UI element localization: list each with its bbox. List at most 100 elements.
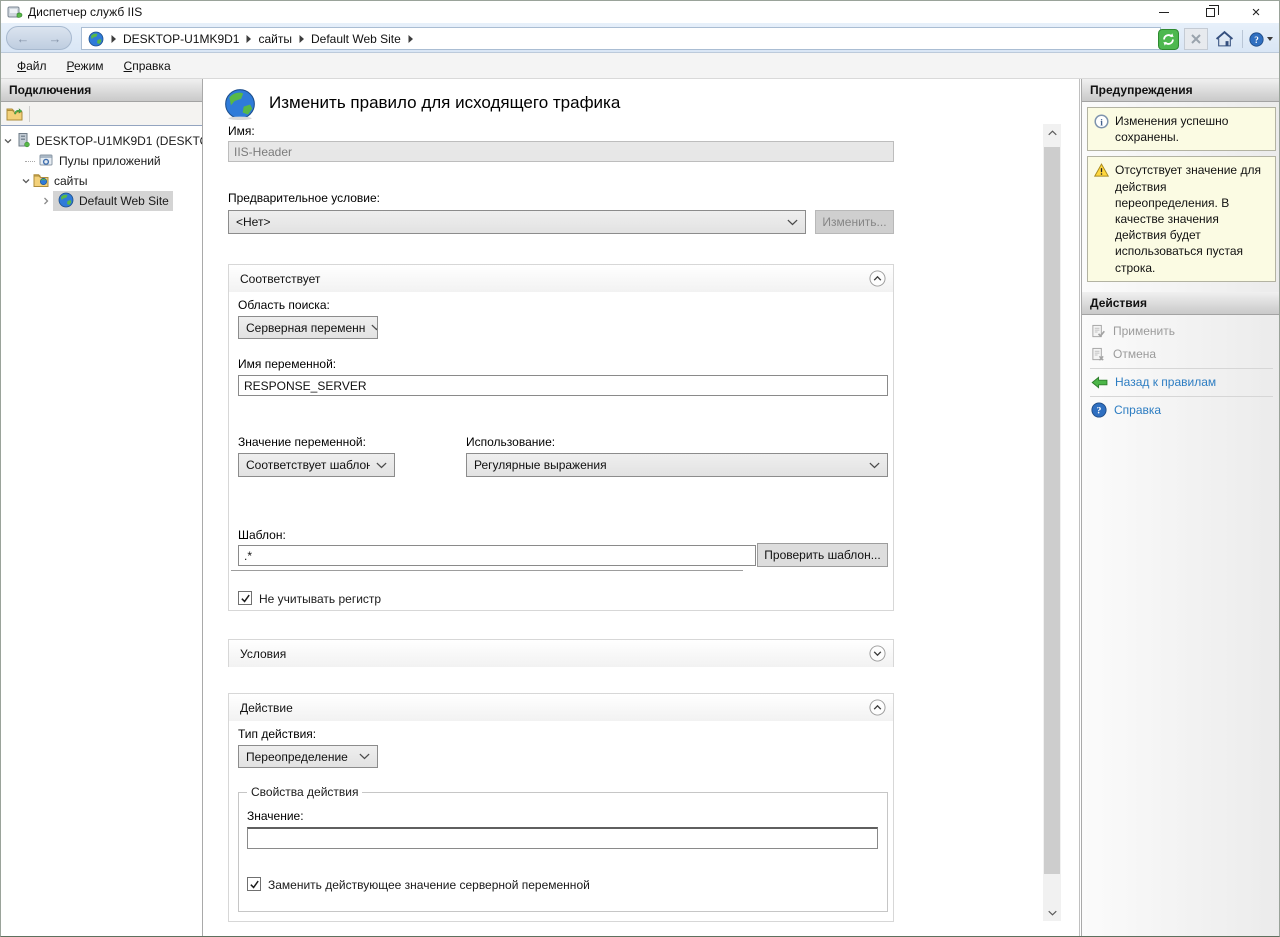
scroll-down-button[interactable] xyxy=(1043,904,1061,921)
action-type-select[interactable]: Переопределение xyxy=(238,745,378,768)
action-section: Действие Тип действия: Переопределение С… xyxy=(228,693,894,922)
tree-item-sites[interactable]: сайты xyxy=(1,171,202,191)
globe-icon xyxy=(88,31,104,47)
pattern-label: Шаблон: xyxy=(238,528,286,542)
value-match-value: Соответствует шаблону xyxy=(246,458,370,472)
help-button[interactable]: ? xyxy=(1249,28,1273,50)
main-content: Изменить правило для исходящего трафика … xyxy=(203,79,1080,936)
usage-label: Использование: xyxy=(466,435,555,449)
back-button[interactable]: ← xyxy=(17,31,30,46)
ignore-case-checkbox[interactable] xyxy=(238,591,252,605)
stop-button[interactable] xyxy=(1184,28,1208,50)
actions-separator xyxy=(1090,396,1273,397)
chevron-expanded-icon[interactable] xyxy=(21,176,31,186)
expand-conditions-button[interactable] xyxy=(869,645,886,662)
chevron-down-icon xyxy=(1048,910,1057,916)
breadcrumb-sites[interactable]: сайты xyxy=(258,32,292,46)
close-icon: × xyxy=(1252,4,1261,21)
chevron-expanded-icon[interactable] xyxy=(3,136,13,146)
chevron-collapsed-icon[interactable] xyxy=(41,196,51,206)
cancel-action[interactable]: Отмена xyxy=(1082,343,1280,366)
scope-select[interactable]: Серверная переменн xyxy=(238,316,378,339)
tree-connector xyxy=(25,161,35,162)
name-field[interactable] xyxy=(228,141,894,162)
connect-folder-icon[interactable] xyxy=(6,106,23,121)
minimize-icon xyxy=(1159,12,1169,13)
title-bar: Диспетчер служб IIS × xyxy=(1,1,1279,23)
restore-button[interactable] xyxy=(1187,1,1233,23)
action-properties-title: Свойства действия xyxy=(247,785,362,799)
action-type-value: Переопределение xyxy=(246,750,348,764)
back-to-rules-action[interactable]: Назад к правилам xyxy=(1082,371,1280,394)
toolbar-separator xyxy=(1242,30,1243,48)
breadcrumb[interactable]: DESKTOP-U1MK9D1 сайты Default Web Site xyxy=(81,27,1161,50)
minimize-button[interactable] xyxy=(1141,1,1187,23)
sites-folder-icon xyxy=(33,172,49,187)
chevron-up-circle-icon xyxy=(869,270,886,287)
variable-name-label: Имя переменной: xyxy=(238,357,336,371)
tree-item-label: Default Web Site xyxy=(79,194,169,208)
tree-item-server[interactable]: DESKTOP-U1MK9D1 (DESKTOP xyxy=(1,131,202,151)
edit-precondition-button[interactable]: Изменить... xyxy=(815,210,894,234)
tree-item-app-pools[interactable]: Пулы приложений xyxy=(1,151,202,171)
breadcrumb-arrow-icon xyxy=(408,35,413,43)
menu-file[interactable]: Файл xyxy=(7,55,57,77)
site-globe-icon xyxy=(58,192,74,208)
window-title: Диспетчер служб IIS xyxy=(28,5,142,19)
toolbar-separator xyxy=(29,106,30,122)
value-field[interactable] xyxy=(247,827,878,849)
help-label: Справка xyxy=(1114,403,1161,417)
conditions-section: Условия xyxy=(228,639,894,667)
chevron-down-circle-icon xyxy=(869,645,886,662)
action-type-label: Тип действия: xyxy=(238,727,316,741)
info-icon: i xyxy=(1094,114,1109,129)
value-label: Значение: xyxy=(247,809,304,823)
vertical-scrollbar[interactable] xyxy=(1043,124,1061,921)
home-button[interactable] xyxy=(1212,28,1236,50)
page-title: Изменить правило для исходящего трафика xyxy=(269,93,620,113)
right-panel: Предупреждения i Изменения успешно сохра… xyxy=(1081,79,1280,936)
selected-tree-item[interactable]: Default Web Site xyxy=(53,191,173,211)
apply-label: Применить xyxy=(1113,324,1175,338)
breadcrumb-site[interactable]: Default Web Site xyxy=(311,32,401,46)
collapse-action-button[interactable] xyxy=(869,699,886,716)
precondition-select[interactable]: <Нет> xyxy=(228,210,806,234)
svg-text:?: ? xyxy=(1254,34,1259,44)
test-pattern-button[interactable]: Проверить шаблон... xyxy=(757,543,888,567)
chevron-down-icon xyxy=(359,753,370,760)
refresh-button[interactable] xyxy=(1156,28,1180,50)
tree-item-default-web-site[interactable]: Default Web Site xyxy=(1,191,202,211)
menu-help[interactable]: Справка xyxy=(114,55,181,77)
breadcrumb-server[interactable]: DESKTOP-U1MK9D1 xyxy=(123,32,239,46)
iis-app-icon xyxy=(7,4,23,20)
usage-select[interactable]: Регулярные выражения xyxy=(466,453,888,477)
apply-action[interactable]: Применить xyxy=(1082,320,1280,343)
scope-value: Серверная переменн xyxy=(246,321,365,335)
close-button[interactable]: × xyxy=(1233,1,1279,23)
variable-name-field[interactable] xyxy=(238,375,888,396)
connections-panel: Подключения DESKTOP-U1MK9D1 (DESKTOP Пул… xyxy=(1,79,203,936)
pattern-field[interactable] xyxy=(238,545,756,566)
nav-buttons: ← → xyxy=(6,26,72,50)
forward-button[interactable]: → xyxy=(49,31,62,46)
server-icon xyxy=(15,132,31,148)
menu-view[interactable]: Режим xyxy=(57,55,114,77)
name-label: Имя: xyxy=(228,124,255,138)
replace-value-checkbox[interactable] xyxy=(247,877,261,891)
help-action[interactable]: ? Справка xyxy=(1082,399,1280,422)
svg-text:?: ? xyxy=(1097,406,1102,417)
help-icon: ? xyxy=(1249,30,1264,49)
warning-alert: Отсутствует значение для действия переоп… xyxy=(1087,156,1276,281)
chevron-down-icon xyxy=(371,324,378,331)
scrollbar-thumb[interactable] xyxy=(1044,147,1060,874)
collapse-match-button[interactable] xyxy=(869,270,886,287)
match-section-header: Соответствует xyxy=(229,265,893,292)
chevron-up-icon xyxy=(1048,130,1057,136)
scroll-up-button[interactable] xyxy=(1043,124,1061,141)
connections-toolbar xyxy=(1,102,202,126)
connections-tree: DESKTOP-U1MK9D1 (DESKTOP Пулы приложений… xyxy=(1,126,202,211)
home-icon xyxy=(1215,30,1234,48)
action-section-header: Действие xyxy=(229,694,893,721)
value-match-select[interactable]: Соответствует шаблону xyxy=(238,453,395,477)
tree-item-label: сайты xyxy=(54,174,88,188)
